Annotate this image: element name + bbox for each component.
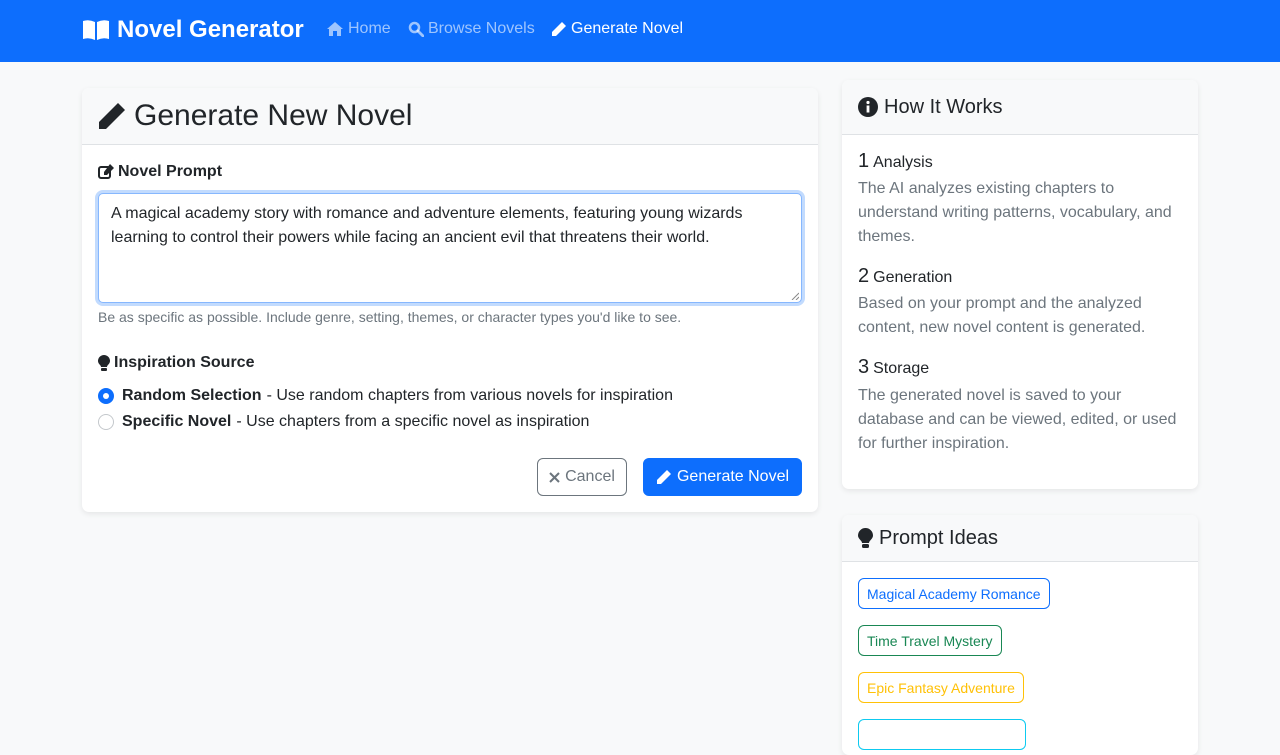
prompt-ideas-title: Prompt Ideas xyxy=(879,526,998,549)
step-number: 3 xyxy=(858,356,870,378)
how-it-works-title: How It Works xyxy=(884,95,1003,118)
nav-home[interactable]: Home xyxy=(326,20,391,38)
step-analysis-title: 1 Analysis xyxy=(858,150,933,173)
lightbulb-icon xyxy=(858,528,873,548)
brand-link[interactable]: Novel Generator xyxy=(82,16,304,44)
idea-epic-fantasy-adventure[interactable]: Epic Fantasy Adventure xyxy=(858,672,1024,703)
idea-button[interactable] xyxy=(858,719,1026,750)
step-analysis-text: The AI analyzes existing chapters to und… xyxy=(858,180,1172,245)
close-icon xyxy=(549,471,560,483)
step-generation-text: Based on your prompt and the analyzed co… xyxy=(858,295,1146,336)
radio-button[interactable] xyxy=(98,388,114,404)
cancel-button[interactable]: Cancel xyxy=(537,458,627,496)
step-name: Generation xyxy=(873,269,953,286)
lightbulb-icon xyxy=(98,355,110,371)
search-icon xyxy=(408,21,424,37)
idea-time-travel-mystery[interactable]: Time Travel Mystery xyxy=(858,625,1002,656)
prompt-label: Novel Prompt xyxy=(98,163,222,181)
step-storage-text: The generated novel is saved to your dat… xyxy=(858,387,1177,452)
pencil-icon xyxy=(552,22,566,36)
generate-novel-card: Generate New Novel Novel Prompt A magica… xyxy=(82,88,818,512)
navbar: Novel Generator Home Browse Novels Gener… xyxy=(0,0,1280,62)
radio-description: - Use random chapters from various novel… xyxy=(266,387,673,404)
info-circle-icon xyxy=(858,97,878,117)
pencil-icon xyxy=(99,103,125,129)
card-header: Prompt Ideas xyxy=(842,515,1198,562)
open-book-icon xyxy=(83,20,109,40)
step-name: Analysis xyxy=(873,154,933,171)
radio-random-selection[interactable]: Random Selection - Use random chapters f… xyxy=(98,387,673,405)
generate-novel-button[interactable]: Generate Novel xyxy=(643,458,802,496)
how-it-works-card: How It Works 1 Analysis The AI analyzes … xyxy=(842,80,1198,489)
radio-description: - Use chapters from a specific novel as … xyxy=(236,413,590,430)
nav-browse-label: Browse Novels xyxy=(428,20,535,37)
idea-magical-academy-romance[interactable]: Magical Academy Romance xyxy=(858,578,1050,609)
card-header: How It Works xyxy=(842,80,1198,135)
prompt-help-text: Be as specific as possible. Include genr… xyxy=(98,309,682,325)
inspiration-label: Inspiration Source xyxy=(98,354,254,372)
radio-button[interactable] xyxy=(98,414,114,430)
step-storage-title: 3 Storage xyxy=(858,356,929,379)
nav-browse-novels[interactable]: Browse Novels xyxy=(408,20,535,38)
home-icon xyxy=(327,22,343,36)
card-header: Generate New Novel xyxy=(82,88,818,145)
step-generation-title: 2 Generation xyxy=(858,265,952,288)
cancel-button-label: Cancel xyxy=(565,468,615,485)
step-name: Storage xyxy=(873,360,930,377)
inspiration-label-text: Inspiration Source xyxy=(114,354,255,371)
radio-label: Random Selection xyxy=(122,387,262,404)
generate-button-label: Generate Novel xyxy=(676,468,790,485)
radio-specific-novel[interactable]: Specific Novel - Use chapters from a spe… xyxy=(98,413,589,431)
step-number: 1 xyxy=(858,150,870,172)
radio-label: Specific Novel xyxy=(122,413,232,430)
nav-generate-novel[interactable]: Generate Novel xyxy=(551,20,683,38)
prompt-ideas-card: Prompt Ideas Magical Academy Romance Tim… xyxy=(842,515,1198,755)
pencil-icon xyxy=(656,470,671,484)
prompt-textarea[interactable]: A magical academy story with romance and… xyxy=(98,193,802,303)
page-title: Generate New Novel xyxy=(134,99,413,132)
prompt-label-text: Novel Prompt xyxy=(118,163,223,180)
nav-generate-label: Generate Novel xyxy=(571,20,684,37)
edit-icon xyxy=(98,164,114,179)
brand-title: Novel Generator xyxy=(117,16,304,43)
step-number: 2 xyxy=(858,265,870,287)
prompt-value: A magical academy story with romance and… xyxy=(111,205,743,246)
resize-grip-icon[interactable] xyxy=(791,292,799,300)
nav-home-label: Home xyxy=(348,20,391,37)
